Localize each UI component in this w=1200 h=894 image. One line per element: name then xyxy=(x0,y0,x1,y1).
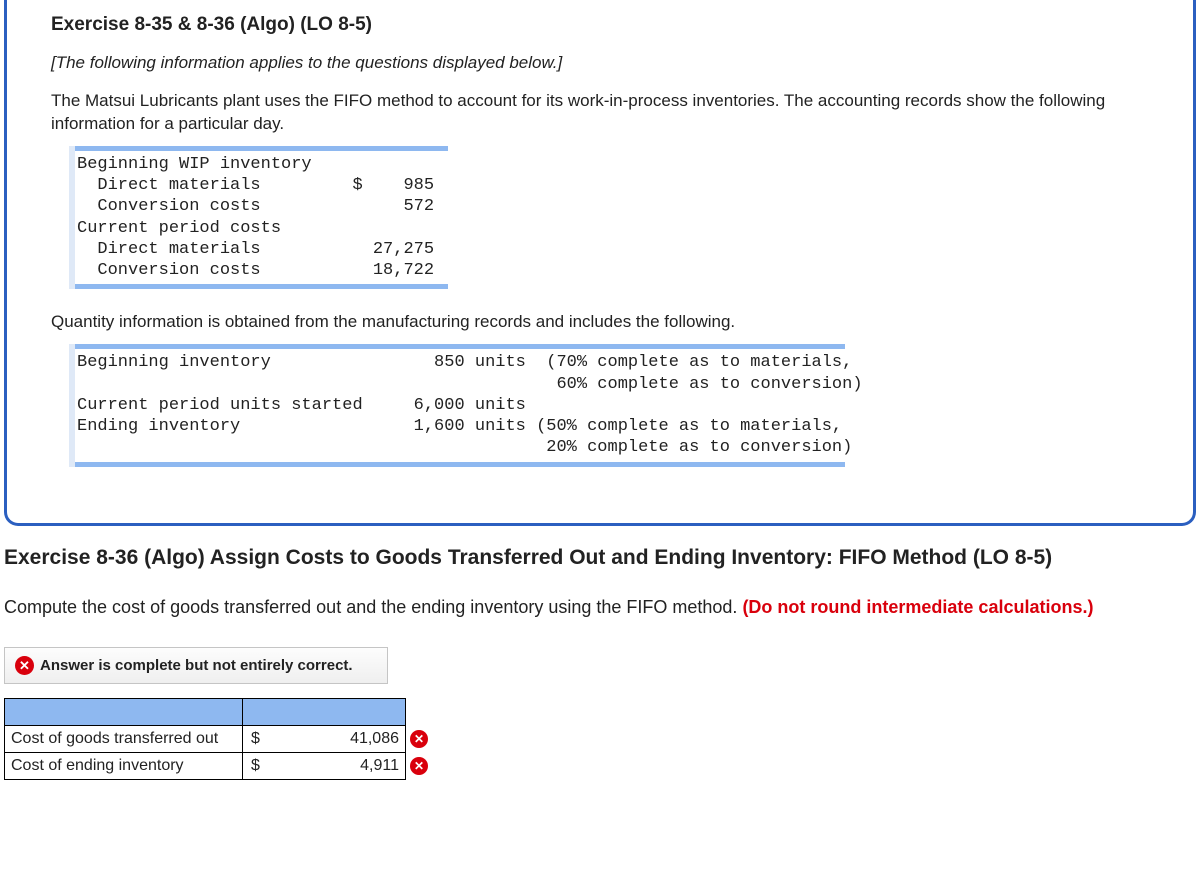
wrong-icon: ✕ xyxy=(15,656,34,675)
quantity-data-block: Beginning inventory 850 units (70% compl… xyxy=(69,344,877,466)
answer-input[interactable]: $4,911 xyxy=(243,753,406,780)
quantity-intro: Quantity information is obtained from th… xyxy=(51,311,1149,334)
scenario-intro: The Matsui Lubricants plant uses the FIF… xyxy=(51,90,1149,136)
feedback-text: Answer is complete but not entirely corr… xyxy=(40,657,353,674)
answer-table: Cost of goods transferred out $41,086 ✕ … xyxy=(4,698,435,780)
feedback-banner: ✕ Answer is complete but not entirely co… xyxy=(4,647,388,684)
instruction-warning: (Do not round intermediate calculations.… xyxy=(742,597,1093,617)
table-row: Cost of goods transferred out $41,086 ✕ xyxy=(5,726,435,753)
table-row: Cost of ending inventory $4,911 ✕ xyxy=(5,753,435,780)
wrong-icon: ✕ xyxy=(410,730,428,748)
exercise-group-title: Exercise 8-35 & 8-36 (Algo) (LO 8-5) xyxy=(51,14,1149,36)
answer-input[interactable]: $41,086 xyxy=(243,726,406,753)
scenario-card: Exercise 8-35 & 8-36 (Algo) (LO 8-5) [Th… xyxy=(4,0,1196,526)
row-label: Cost of ending inventory xyxy=(5,753,243,780)
instruction-main: Compute the cost of goods transferred ou… xyxy=(4,597,742,617)
answer-value: 4,911 xyxy=(360,757,399,774)
question-section: Exercise 8-36 (Algo) Assign Costs to Goo… xyxy=(0,544,1200,785)
wrong-icon: ✕ xyxy=(410,757,428,775)
answer-value: 41,086 xyxy=(350,730,399,747)
context-note: [The following information applies to th… xyxy=(51,53,1149,73)
cost-data-block: Beginning WIP inventory Direct materials… xyxy=(69,146,448,290)
exercise-title: Exercise 8-36 (Algo) Assign Costs to Goo… xyxy=(4,544,1192,571)
instruction-text: Compute the cost of goods transferred ou… xyxy=(4,595,1192,619)
row-label: Cost of goods transferred out xyxy=(5,726,243,753)
table-header-row xyxy=(5,699,435,726)
